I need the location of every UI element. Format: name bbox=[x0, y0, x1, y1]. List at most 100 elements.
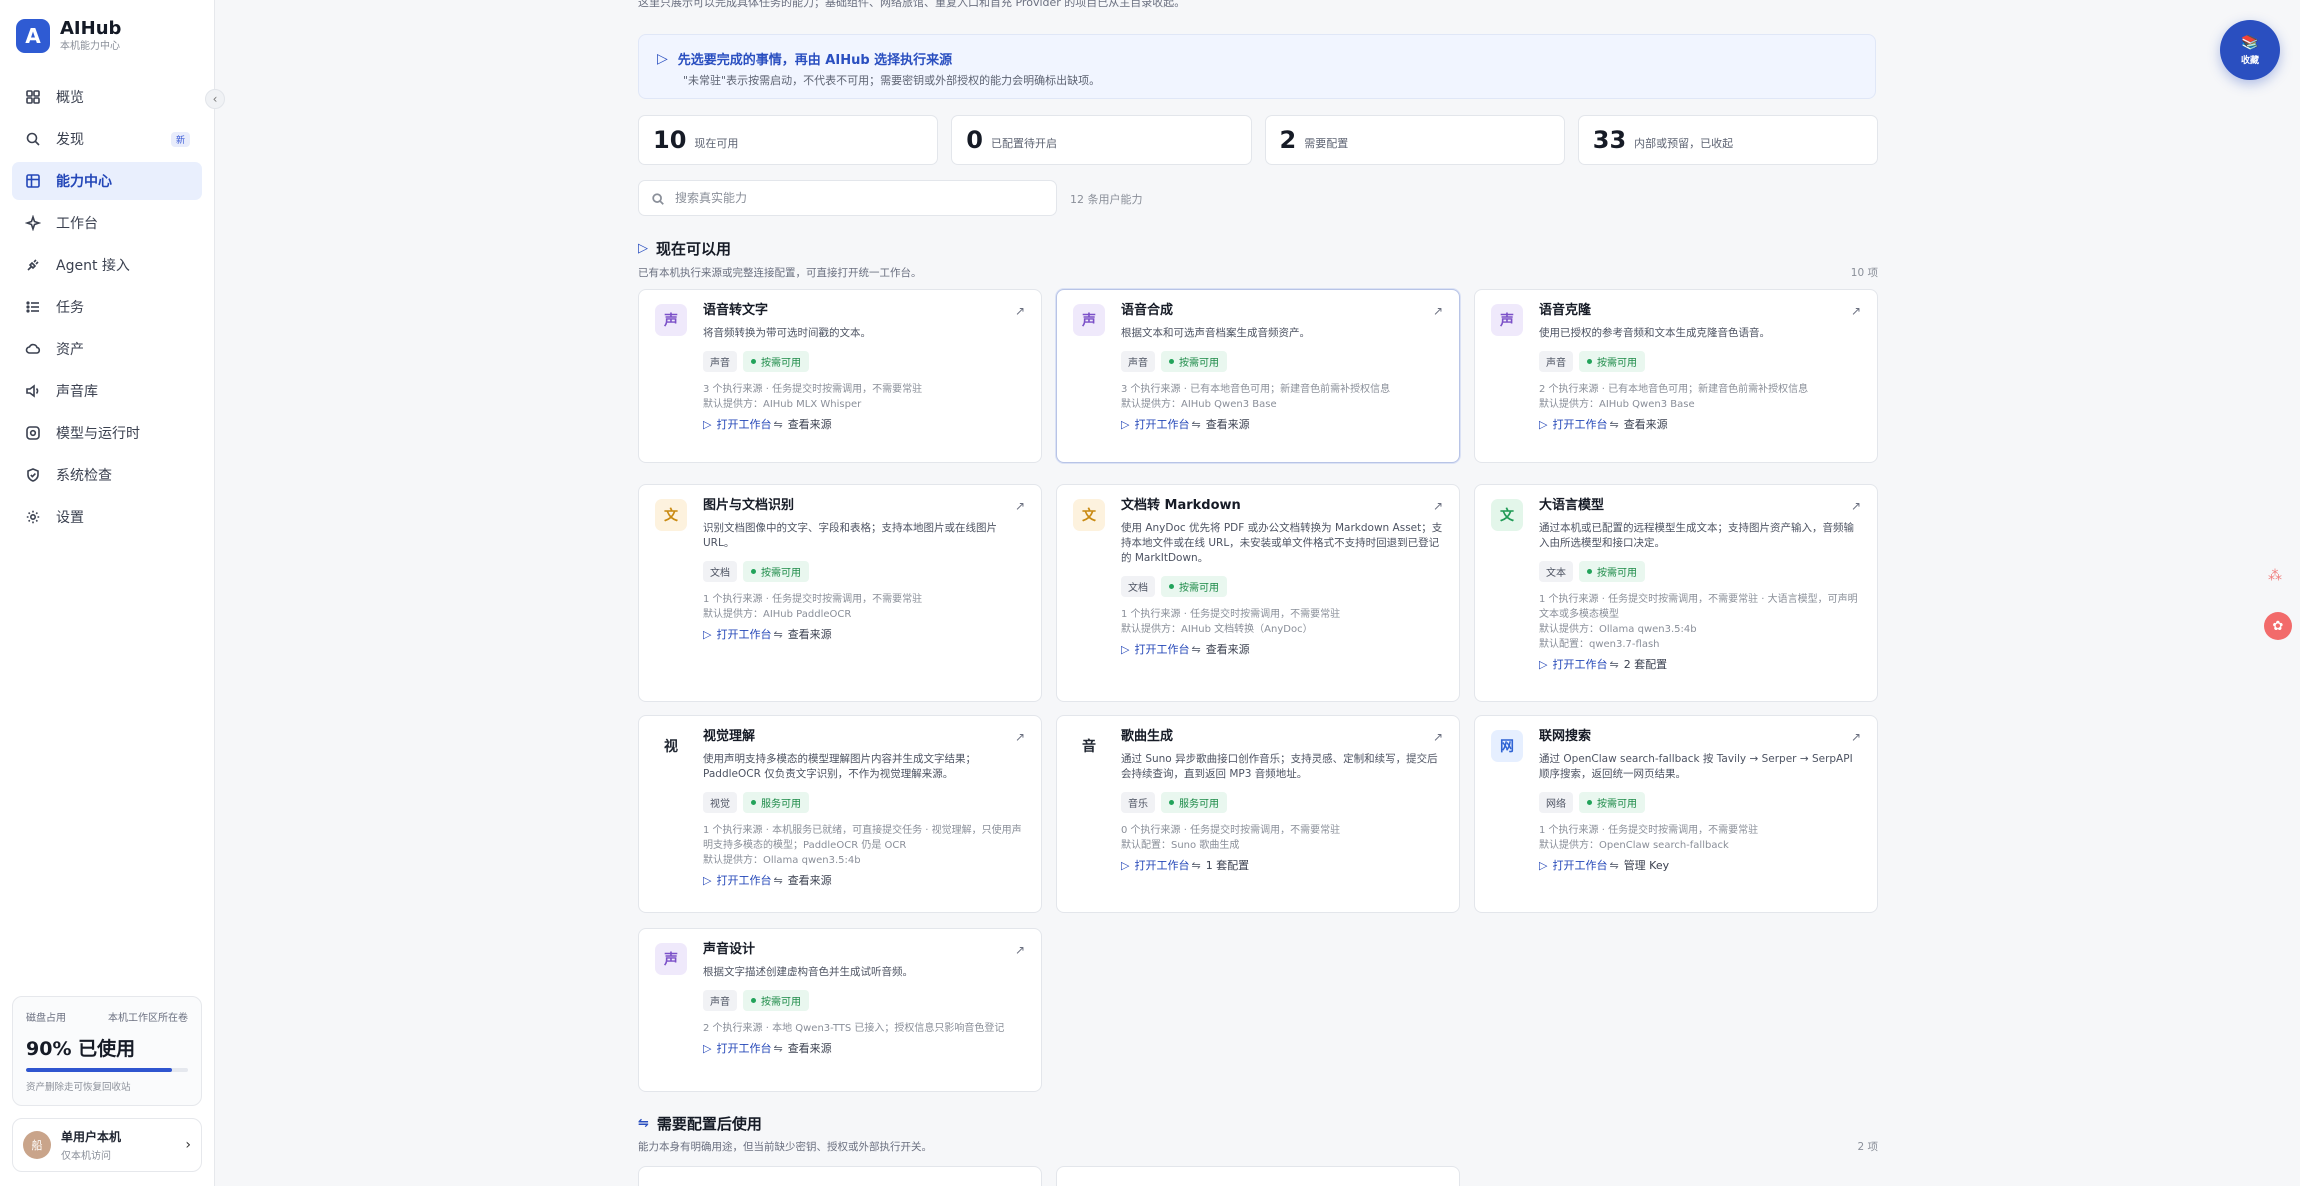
capability-card[interactable]: ↗ 文 大语言模型 通过本机或已配置的远程模型生成文本；支持图片资产输入，音频输入由所… bbox=[1474, 484, 1878, 702]
sidebar-item-workbench[interactable]: 工作台 bbox=[12, 204, 202, 242]
capability-provider: 默认提供方：AIHub Qwen3 Base bbox=[1121, 399, 1277, 410]
external-link-icon[interactable]: ↗ bbox=[1433, 730, 1443, 744]
play-icon: ▷ bbox=[1121, 417, 1130, 431]
open-workbench-button[interactable]: ▷ 打开工作台 bbox=[703, 872, 771, 888]
open-workbench-button[interactable]: ▷ 打开工作台 bbox=[703, 626, 771, 642]
sliders-icon: ⇋ bbox=[1609, 858, 1619, 872]
capability-glyph: 文 bbox=[1491, 499, 1523, 531]
view-sources-button[interactable]: 查看来源 bbox=[788, 626, 832, 642]
open-workbench-button[interactable]: ▷ 打开工作台 bbox=[1121, 641, 1189, 657]
capability-title: 图片与文档识别 bbox=[703, 498, 795, 513]
main-content: 这里只展示可以完成具体任务的能力；基础组件、网络旅馆、重复入口和首充 Provi… bbox=[638, 0, 1878, 1186]
external-link-icon[interactable]: ↗ bbox=[1433, 304, 1443, 318]
external-link-icon[interactable]: ↗ bbox=[1851, 499, 1861, 513]
open-workbench-button[interactable]: ▷ 打开工作台 bbox=[703, 1040, 771, 1056]
open-workbench-button[interactable]: ▷ 打开工作台 bbox=[1539, 416, 1607, 432]
sidebar-item-discover[interactable]: 发现 新 bbox=[12, 120, 202, 158]
open-workbench-button[interactable]: ▷ 打开工作台 bbox=[1539, 857, 1607, 873]
external-link-icon[interactable]: ↗ bbox=[1015, 499, 1025, 513]
stat-label: 现在可用 bbox=[694, 137, 739, 150]
capability-card[interactable]: ↗ 音 歌曲生成 通过 Suno 异步歌曲接口创作音乐；支持灵感、定制和续写，提交后会… bbox=[1056, 715, 1460, 913]
capability-card[interactable]: ↗ 文 文档转 Markdown 使用 AnyDoc 优先将 PDF 或办公文档转换为… bbox=[1056, 484, 1460, 702]
status-dot-icon bbox=[751, 800, 756, 805]
favorites-button[interactable]: 📚 收藏 bbox=[2220, 20, 2280, 80]
cog-icon bbox=[24, 424, 42, 442]
category-tag: 声音 bbox=[1539, 351, 1573, 372]
section-config-subtitle: 能力本身有明确用途，但当前缺少密钥、授权或外部执行开关。 bbox=[638, 1141, 932, 1153]
open-workbench-button[interactable]: ▷ 打开工作台 bbox=[703, 416, 771, 432]
category-tag: 音乐 bbox=[1121, 792, 1155, 813]
view-sources-button[interactable]: 查看来源 bbox=[1206, 416, 1250, 432]
category-tag: 网络 bbox=[1539, 792, 1573, 813]
capability-meta: 1 个执行来源 · 本机服务已就绪，可直接提交任务 · 视觉理解，只使用声明支持… bbox=[703, 825, 1022, 851]
open-workbench-button[interactable]: ▷ 打开工作台 bbox=[1121, 857, 1189, 873]
search-input[interactable] bbox=[675, 191, 1035, 205]
capability-card-partial[interactable] bbox=[1056, 1166, 1460, 1186]
external-link-icon[interactable]: ↗ bbox=[1851, 730, 1861, 744]
brand[interactable]: A AIHub 本机能力中心 bbox=[16, 18, 121, 54]
play-icon: ▷ bbox=[1539, 417, 1548, 431]
stat-card[interactable]: 2 需要配置 bbox=[1264, 115, 1565, 165]
sidebar-item-agent[interactable]: Agent 接入 bbox=[12, 246, 202, 284]
disk-progress-bar bbox=[26, 1068, 188, 1072]
sliders-icon: ⇋ bbox=[1609, 417, 1619, 431]
capability-card-partial[interactable] bbox=[638, 1166, 1042, 1186]
sidebar-item-capability-center[interactable]: 能力中心 bbox=[12, 162, 202, 200]
sliders-icon: ⇋ bbox=[773, 627, 783, 641]
external-link-icon[interactable]: ↗ bbox=[1433, 499, 1443, 513]
capability-card[interactable]: ↗ 声 语音克隆 使用已授权的参考音频和文本生成克隆音色语音。 声音 按需可用 2 个执行来… bbox=[1474, 289, 1878, 463]
capability-provider: 默认提供方：Ollama qwen3.5:4b bbox=[1539, 624, 1697, 635]
stat-card[interactable]: 33 内部或预留，已收起 bbox=[1577, 115, 1878, 165]
capability-meta: 2 个执行来源 · 已有本地音色可用；新建音色前需补授权信息 bbox=[1539, 384, 1809, 395]
collapse-sidebar-button[interactable]: ‹ bbox=[205, 89, 225, 109]
view-sources-button[interactable]: 查看来源 bbox=[1206, 641, 1250, 657]
status-badge: 按需可用 bbox=[1579, 561, 1645, 582]
stat-card[interactable]: 0 已配置待开启 bbox=[951, 115, 1252, 165]
status-dot-icon bbox=[1169, 584, 1174, 589]
sidebar-item-settings[interactable]: 设置 bbox=[12, 498, 202, 536]
user-menu[interactable]: 船 单用户本机 仅本机访问 › bbox=[12, 1118, 202, 1172]
capability-card[interactable]: ↗ 文 图片与文档识别 识别文档图像中的文字、字段和表格；支持本地图片或在线图片 UR… bbox=[638, 484, 1042, 702]
open-workbench-button[interactable]: ▷ 打开工作台 bbox=[1539, 656, 1607, 672]
apps-icon[interactable]: ⁂ bbox=[2268, 568, 2288, 588]
external-link-icon[interactable]: ↗ bbox=[1015, 304, 1025, 318]
view-sources-button[interactable]: 查看来源 bbox=[788, 872, 832, 888]
status-badge: 按需可用 bbox=[1161, 576, 1227, 597]
sidebar-item-tasks[interactable]: 任务 bbox=[12, 288, 202, 326]
capability-meta: 2 个执行来源 · 本地 Qwen3-TTS 已接入；授权信息只影响音色登记 bbox=[703, 1023, 1005, 1034]
capability-card[interactable]: ↗ 声 声音设计 根据文字描述创建虚构音色并生成试听音频。 声音 按需可用 2 个执行来源 … bbox=[638, 928, 1042, 1092]
open-workbench-button[interactable]: ▷ 打开工作台 bbox=[1121, 416, 1189, 432]
view-sources-button[interactable]: 查看来源 bbox=[788, 416, 832, 432]
capability-card[interactable]: ↗ 声 语音转文字 将音频转换为带可选时间戳的文本。 声音 按需可用 3 个执行来源 · 任… bbox=[638, 289, 1042, 463]
sidebar-item-assets[interactable]: 资产 bbox=[12, 330, 202, 368]
external-link-icon[interactable]: ↗ bbox=[1851, 304, 1861, 318]
status-dot-icon bbox=[751, 998, 756, 1003]
category-tag: 文档 bbox=[703, 561, 737, 582]
view-sources-button[interactable]: 查看来源 bbox=[788, 1040, 832, 1056]
category-tag: 视觉 bbox=[703, 792, 737, 813]
stat-number: 0 bbox=[966, 126, 983, 154]
sidebar-item-models[interactable]: 模型与运行时 bbox=[12, 414, 202, 452]
play-icon: ▷ bbox=[1539, 858, 1548, 872]
status-dot-icon bbox=[1169, 800, 1174, 805]
stat-card[interactable]: 10 现在可用 bbox=[638, 115, 939, 165]
stat-label: 内部或预留，已收起 bbox=[1634, 137, 1734, 150]
external-link-icon[interactable]: ↗ bbox=[1015, 943, 1025, 957]
sidebar-item-voice-library[interactable]: 声音库 bbox=[12, 372, 202, 410]
capability-desc: 使用 AnyDoc 优先将 PDF 或办公文档转换为 Markdown Asse… bbox=[1121, 522, 1443, 564]
sidebar-item-overview[interactable]: 概览 bbox=[12, 78, 202, 116]
search-icon bbox=[651, 191, 665, 205]
capability-card[interactable]: ↗ 视 视觉理解 使用声明支持多模态的模型理解图片内容并生成文字结果；PaddleOC… bbox=[638, 715, 1042, 913]
capability-card[interactable]: ↗ 声 语音合成 根据文本和可选声音档案生成音频资产。 声音 按需可用 3 个执行来源 · … bbox=[1056, 289, 1460, 463]
assistant-icon[interactable]: ✿ bbox=[2264, 612, 2292, 640]
view-sources-button[interactable]: 1 套配置 bbox=[1206, 857, 1250, 873]
capability-card[interactable]: ↗ 网 联网搜索 通过 OpenClaw search-fallback 按 Tavi… bbox=[1474, 715, 1878, 913]
view-sources-button[interactable]: 2 套配置 bbox=[1624, 656, 1668, 672]
brand-name: AIHub bbox=[60, 18, 122, 39]
sidebar-nav: 概览 发现 新 能力中心 工作台 Agent 接入 任务 资产 声音库 模型与运… bbox=[12, 78, 202, 540]
view-sources-button[interactable]: 管理 Key bbox=[1624, 857, 1669, 873]
sidebar-item-system-check[interactable]: 系统检查 bbox=[12, 456, 202, 494]
external-link-icon[interactable]: ↗ bbox=[1015, 730, 1025, 744]
sliders-icon: ⇋ bbox=[1609, 657, 1619, 671]
view-sources-button[interactable]: 查看来源 bbox=[1624, 416, 1668, 432]
